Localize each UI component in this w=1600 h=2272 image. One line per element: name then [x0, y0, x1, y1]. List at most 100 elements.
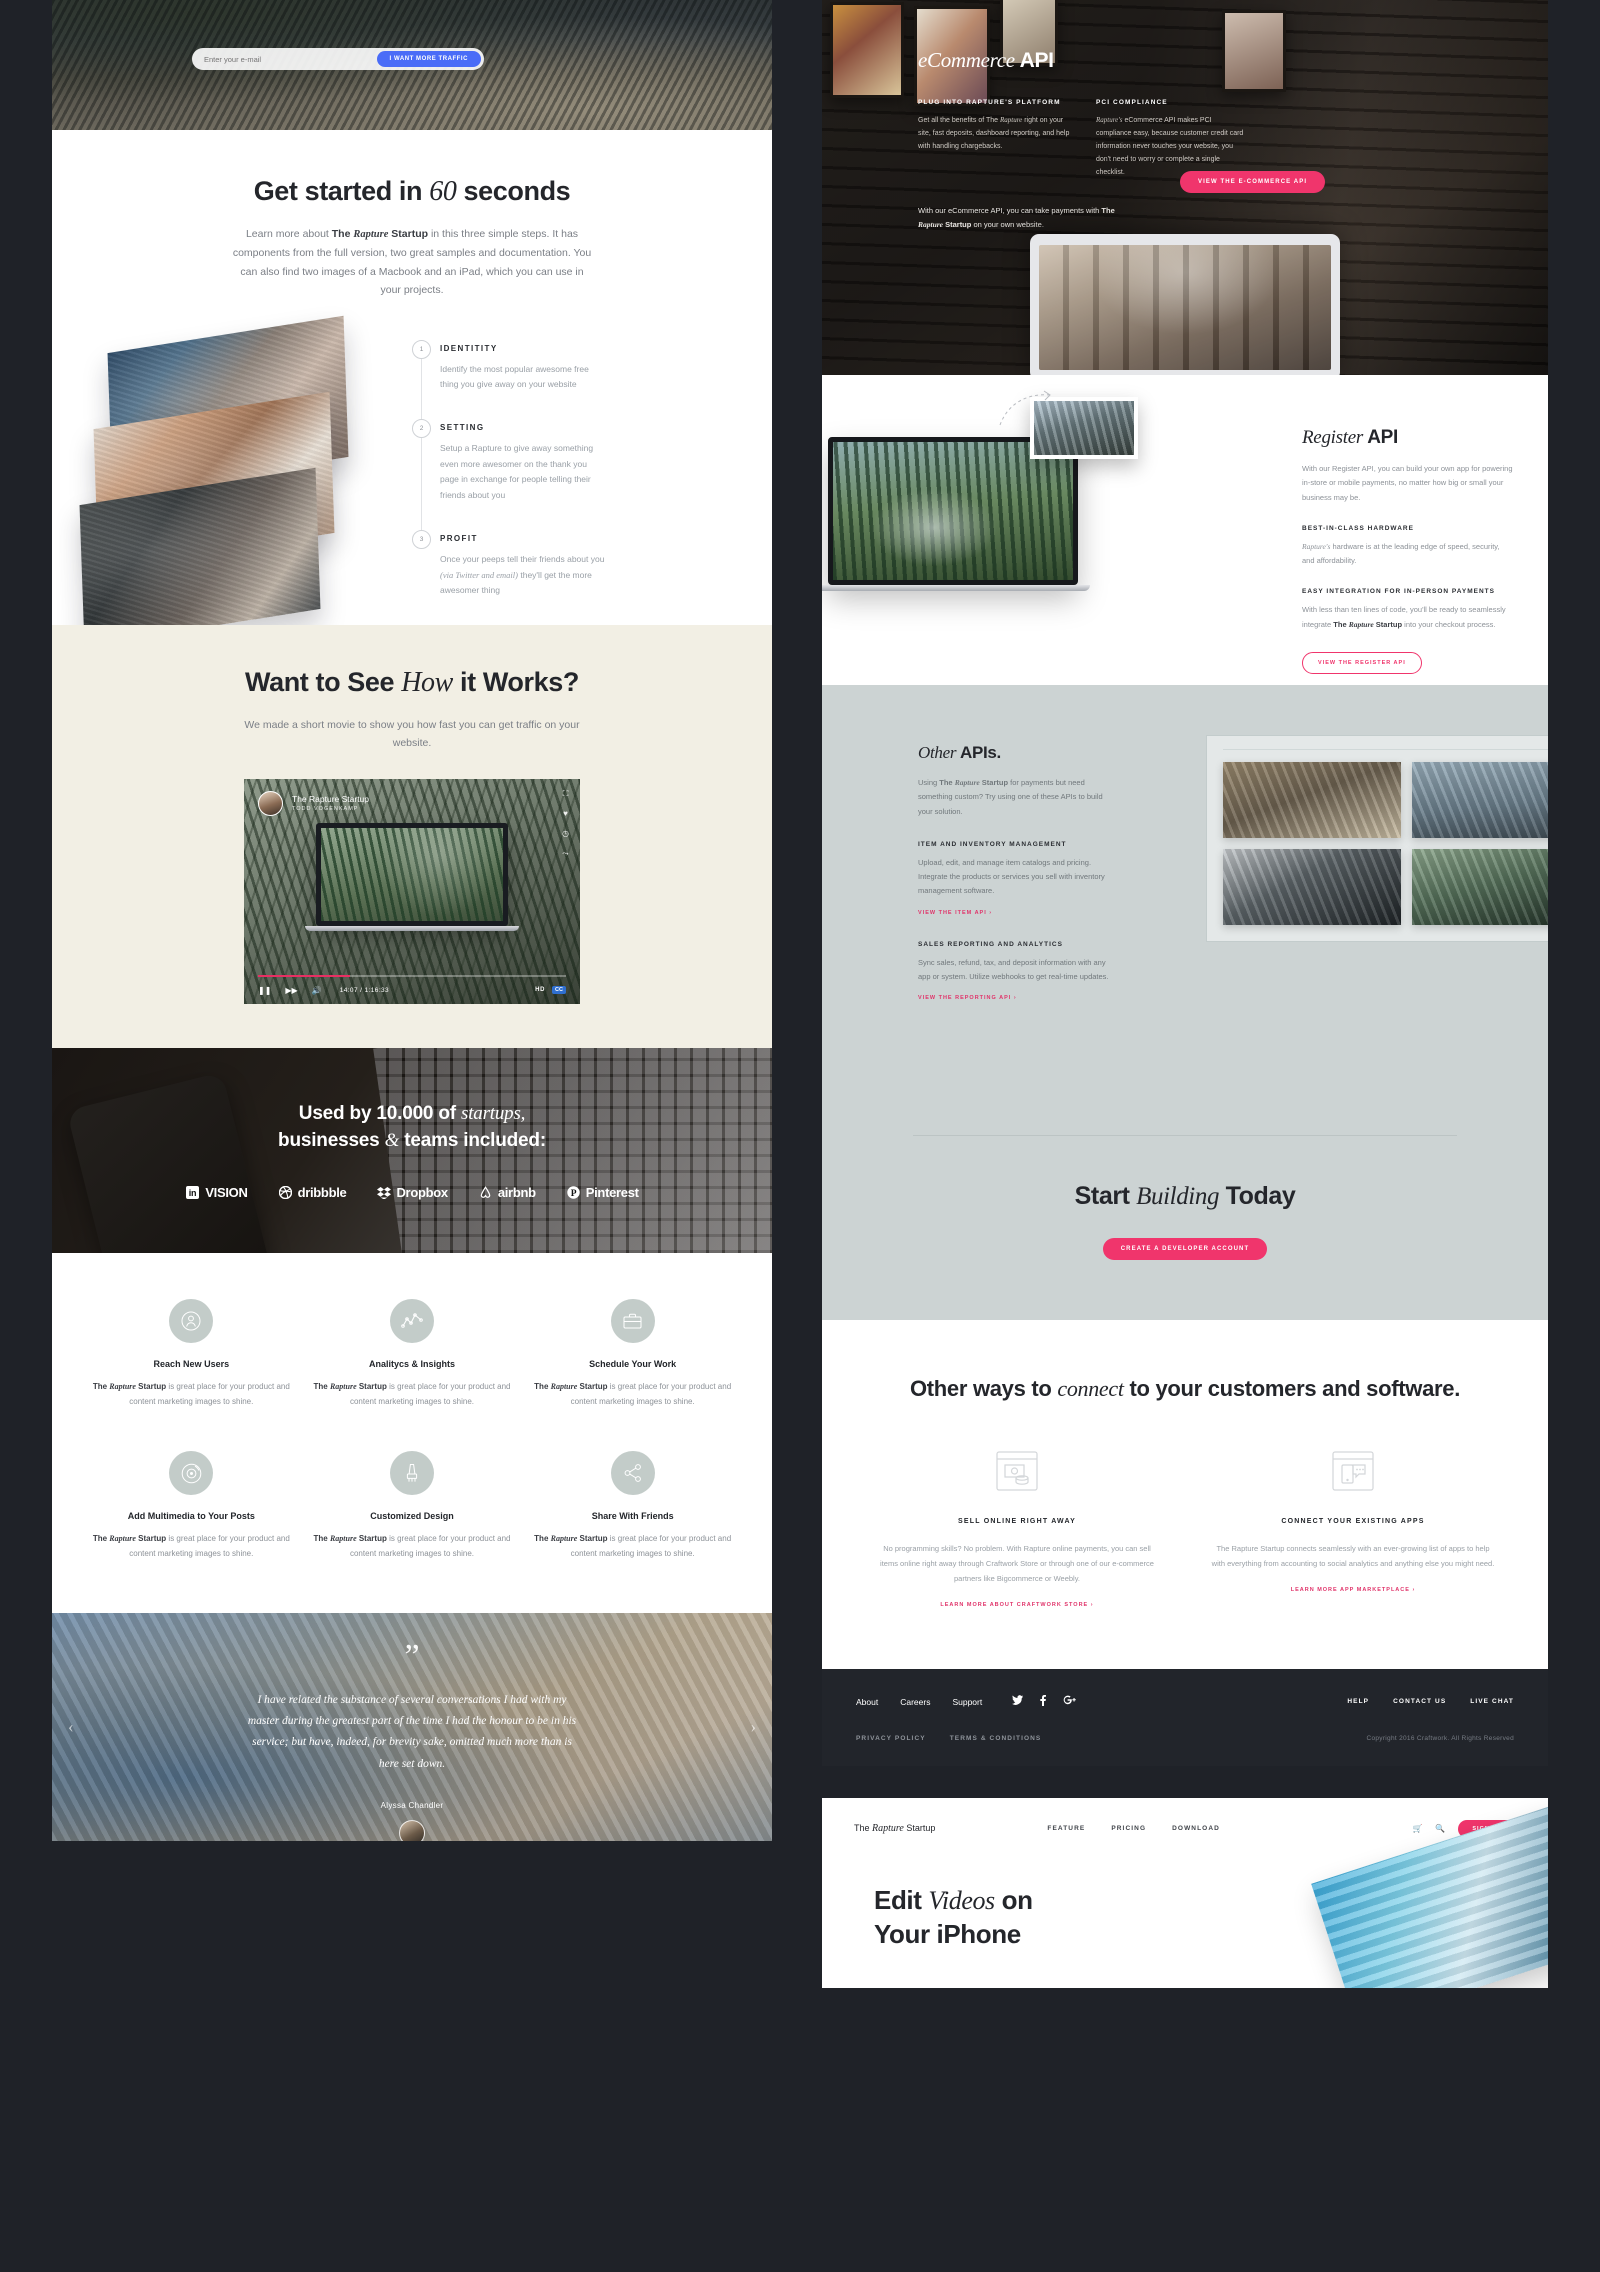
register-api-section: Register API With our Register API, you …	[822, 375, 1548, 685]
column-body: Get all the benefits of The Rapture righ…	[918, 116, 1070, 150]
view-item-api-link[interactable]: VIEW THE ITEM API ›	[918, 910, 992, 916]
register-sub1-body: Rapture's hardware is at the leading edg…	[1302, 541, 1500, 565]
video-channel-name: The Rapture Startup	[292, 794, 370, 805]
step-title: PROFIT	[440, 533, 478, 543]
other-apis-title: Other APIs.	[918, 743, 1001, 762]
connect-section: Other ways to connect to your customers …	[822, 1320, 1548, 1669]
footer-link-privacy-policy[interactable]: PRIVACY POLICY	[856, 1735, 926, 1742]
feature-body: The Rapture Startup is great place for y…	[92, 1534, 290, 1559]
footer-link-support[interactable]: Support	[952, 1697, 982, 1707]
google-plus-icon[interactable]	[1063, 1695, 1077, 1709]
footer-link-terms[interactable]: TERMS & CONDITIONS	[950, 1735, 1042, 1742]
nav-item-feature[interactable]: FEATURE	[1047, 1825, 1085, 1832]
footer-link-about[interactable]: About	[856, 1697, 878, 1707]
video-lead: We made a short movie to show you how fa…	[244, 718, 580, 750]
logo-dropbox: Dropbox	[376, 1185, 448, 1200]
gallery-thumb	[1411, 762, 1548, 838]
step-number: 2	[412, 418, 431, 438]
register-sub1-title: BEST-IN-CLASS HARDWARE	[1302, 524, 1414, 532]
connect-cell-title: SELL ONLINE RIGHT AWAY	[958, 1517, 1076, 1525]
top-navbar: The Rapture Startup FEATURE PRICING DOWN…	[822, 1798, 1548, 1838]
macbook-mockup	[822, 437, 1090, 591]
volume-icon[interactable]: 🔊	[312, 986, 322, 995]
reporting-api-title: SALES REPORTING AND ANALYTICS	[918, 940, 1063, 948]
video-section: Want to See How it Works? We made a shor…	[52, 624, 772, 1048]
footer-link-help[interactable]: HELP	[1347, 1698, 1369, 1705]
nav-item-pricing[interactable]: PRICING	[1111, 1825, 1146, 1832]
pinterest-icon: P	[566, 1185, 581, 1200]
feature-title: Analitycs & Insights	[368, 1358, 455, 1369]
other-apis-section: Other APIs. Using The Rapture Startup fo…	[822, 685, 1548, 1135]
feature-body: The Rapture Startup is great place for y…	[534, 1381, 732, 1406]
video-quality-badge[interactable]: HD	[535, 987, 545, 993]
feature-reach-new-users: Reach New Users The Rapture Startup is g…	[92, 1298, 291, 1409]
video-player[interactable]: The Rapture Startup TODD VOGENKAMP ⛶ ♥ ◷…	[244, 778, 580, 1004]
right-column: eCommerce API PLUG INTO RAPTURE'S PLATFO…	[822, 0, 1548, 1988]
clock-icon[interactable]: ◷	[562, 829, 569, 838]
ecommerce-col-pci: PCI COMPLIANCE Rapture's eCommerce API m…	[1096, 99, 1248, 180]
steps-wrapper: 1 IDENTITITY Identify the most popular a…	[52, 315, 772, 625]
testimonial-quote: I have related the substance of several …	[247, 1693, 577, 1770]
features-section: Reach New Users The Rapture Startup is g…	[52, 1252, 772, 1614]
feature-title: Share With Friends	[591, 1511, 674, 1522]
step-body: Identify the most popular awesome free t…	[440, 363, 589, 390]
logo-label: dribbble	[297, 1184, 347, 1200]
video-progress-bar[interactable]	[258, 974, 566, 977]
view-ecommerce-api-button[interactable]: VIEW THE E-COMMERCE API	[1180, 171, 1326, 193]
feature-title: Reach New Users	[153, 1358, 230, 1369]
footer-link-live-chat[interactable]: LIVE CHAT	[1470, 1698, 1514, 1705]
closed-caption-badge[interactable]: CC	[552, 986, 566, 995]
logo-label: VISION	[205, 1184, 248, 1200]
email-input[interactable]	[204, 54, 377, 64]
footer-link-contact-us[interactable]: CONTACT US	[1393, 1698, 1446, 1705]
dribbble-icon	[278, 1185, 293, 1200]
share-icon[interactable]: ⤳	[562, 849, 568, 858]
register-body: With our Register API, you can build you…	[1302, 464, 1513, 502]
feature-analytics-insights: Analitycs & Insights The Rapture Startup…	[313, 1298, 512, 1409]
ecommerce-col-platform: PLUG INTO RAPTURE'S PLATFORM Get all the…	[918, 99, 1070, 180]
landing-page-screenshot: I WANT MORE TRAFFIC Get started in 60 se…	[0, 0, 1600, 2272]
email-signup-form: I WANT MORE TRAFFIC	[192, 48, 484, 70]
facebook-icon[interactable]	[1040, 1694, 1047, 1709]
create-developer-account-button[interactable]: CREATE A DEVELOPER ACCOUNT	[1102, 1238, 1268, 1260]
ecommerce-title: eCommerce API	[918, 48, 1054, 72]
view-register-api-button[interactable]: VIEW THE REGISTER API	[1302, 651, 1422, 674]
gallery-thumb	[1223, 849, 1401, 925]
get-started-lead: Learn more about The Rapture Startup in …	[232, 228, 592, 297]
feature-body: The Rapture Startup is great place for y…	[92, 1381, 290, 1406]
site-footer: About Careers Support HELP CONTACT US LI…	[822, 1668, 1548, 1766]
cart-icon[interactable]: 🛒	[1412, 1824, 1422, 1833]
footer-link-careers[interactable]: Careers	[900, 1697, 930, 1707]
brush-icon	[389, 1451, 434, 1496]
learn-more-craftwork-store-link[interactable]: LEARN MORE ABOUT CRAFTWORK STORE ›	[940, 1602, 1093, 1608]
logo-pinterest: P Pinterest	[566, 1185, 639, 1200]
reporting-api-body: Sync sales, refund, tax, and deposit inf…	[918, 957, 1109, 981]
brand-logo[interactable]: The Rapture Startup	[854, 1823, 935, 1834]
connect-cell-sell-online: SELL ONLINE RIGHT AWAY No programming sk…	[874, 1449, 1160, 1611]
feature-customized-design: Customized Design The Rapture Startup is…	[313, 1451, 512, 1561]
airbnb-icon	[478, 1185, 493, 1200]
other-apis-body: Using The Rapture Startup for payments b…	[918, 778, 1103, 816]
step-title: SETTING	[440, 422, 485, 432]
feature-body: The Rapture Startup is great place for y…	[313, 1534, 511, 1559]
fast-forward-icon[interactable]: ▶▶	[285, 986, 297, 995]
view-reporting-api-link[interactable]: VIEW THE REPORTING API ›	[918, 995, 1017, 1001]
gallery-mockup	[1206, 735, 1548, 942]
feature-add-multimedia: Add Multimedia to Your Posts The Rapture…	[92, 1451, 291, 1561]
testimonial-author: Alyssa Chandler	[380, 1800, 444, 1810]
learn-more-app-marketplace-link[interactable]: LEARN MORE APP MARKETPLACE ›	[1291, 1587, 1416, 1593]
video-side-actions: ⛶ ♥ ◷ ⤳	[562, 789, 569, 858]
connect-cell-body: The Rapture Startup connects seamlessly …	[1211, 1543, 1495, 1568]
video-channel-header: The Rapture Startup TODD VOGENKAMP	[258, 790, 370, 816]
nav-item-download[interactable]: DOWNLOAD	[1172, 1825, 1220, 1832]
item-api-title: ITEM AND INVENTORY MANAGEMENT	[918, 840, 1067, 848]
invision-icon: in	[185, 1185, 200, 1200]
want-more-traffic-button[interactable]: I WANT MORE TRAFFIC	[376, 51, 481, 67]
fullscreen-icon[interactable]: ⛶	[563, 789, 569, 798]
search-icon[interactable]: 🔍	[1435, 1824, 1445, 1833]
connect-title: Other ways to connect to your customers …	[909, 1376, 1461, 1401]
heart-icon[interactable]: ♥	[563, 809, 568, 818]
money-window-icon	[874, 1449, 1160, 1498]
pause-icon[interactable]: ❚❚	[258, 986, 271, 995]
twitter-icon[interactable]	[1012, 1695, 1024, 1709]
